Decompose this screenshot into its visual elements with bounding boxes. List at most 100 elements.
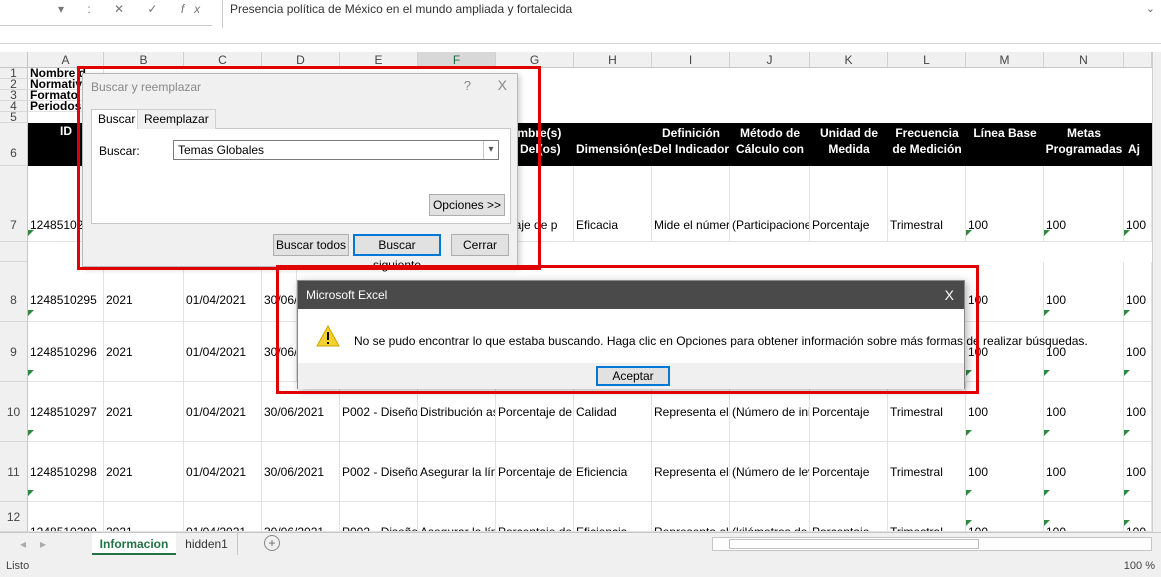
cell-l12[interactable]: Trimestral	[888, 502, 966, 532]
ok-button[interactable]: Aceptar	[596, 366, 670, 386]
cell-c8[interactable]: 01/04/2021	[184, 262, 262, 322]
cell-a8[interactable]: 1248510295	[28, 262, 104, 322]
cell-j11[interactable]: (Número de leva	[730, 442, 810, 502]
error-indicator-icon[interactable]	[966, 490, 972, 496]
tab-find[interactable]: Buscar	[91, 109, 143, 129]
cell-l11[interactable]: Trimestral	[888, 442, 966, 502]
cell-c9[interactable]: 01/04/2021	[184, 322, 262, 382]
error-indicator-icon[interactable]	[1044, 490, 1050, 496]
formula-bar-content[interactable]: Presencia política de México en el mundo…	[230, 2, 572, 16]
row-header[interactable]: 11	[0, 442, 28, 502]
error-indicator-icon[interactable]	[28, 370, 34, 376]
sheet-tab-hidden1[interactable]: hidden1	[176, 533, 238, 555]
cell-l7[interactable]: Trimestral	[888, 166, 966, 242]
cell-m11[interactable]: 100	[966, 442, 1044, 502]
error-indicator-icon[interactable]	[966, 230, 972, 236]
cell-d9[interactable]: 30/06/	[262, 322, 297, 382]
cell-a9[interactable]: 1248510296	[28, 322, 104, 382]
cell-b12[interactable]: 2021	[104, 502, 184, 532]
column-header-d[interactable]: D	[262, 52, 340, 68]
cell-d12[interactable]: 30/06/2021	[262, 502, 340, 532]
cell-n10[interactable]: 100	[1044, 382, 1124, 442]
tab-replace[interactable]: Reemplazar	[137, 109, 216, 129]
close-icon[interactable]: X	[945, 281, 954, 309]
cell-l10[interactable]: Trimestral	[888, 382, 966, 442]
error-indicator-icon[interactable]	[1044, 520, 1050, 526]
row-header[interactable]: 7	[0, 166, 28, 242]
cell-b9[interactable]: 2021	[104, 322, 184, 382]
search-input[interactable]	[173, 140, 499, 160]
error-indicator-icon[interactable]	[1124, 430, 1130, 436]
scrollbar-thumb[interactable]	[729, 539, 979, 549]
fx-icon[interactable]: fx	[181, 2, 210, 16]
find-next-button[interactable]: Buscar siguiente	[353, 234, 441, 272]
cell-h11[interactable]: Eficiencia	[574, 442, 652, 502]
row-header[interactable]: 6	[0, 123, 28, 166]
cell-j7[interactable]: (Participaciones	[730, 166, 810, 242]
cell-f12[interactable]: Asegurar la líne	[418, 502, 496, 532]
error-indicator-icon[interactable]	[28, 310, 34, 316]
error-indicator-icon[interactable]	[1044, 430, 1050, 436]
error-indicator-icon[interactable]	[1044, 370, 1050, 376]
cell-c12[interactable]: 01/04/2021	[184, 502, 262, 532]
cell-b11[interactable]: 2021	[104, 442, 184, 502]
column-header-g[interactable]: G	[496, 52, 574, 68]
cell-e10[interactable]: P002 - Diseño,	[340, 382, 418, 442]
cell-j10[interactable]: (Número de inic	[730, 382, 810, 442]
formula-bar-buttons[interactable]: ▾ : ✕ ✓ fx	[58, 2, 210, 16]
column-header-o[interactable]	[1124, 52, 1152, 68]
cell-j12[interactable]: (kilómetros de r	[730, 502, 810, 532]
cell-c11[interactable]: 01/04/2021	[184, 442, 262, 502]
row-header[interactable]: 8	[0, 262, 28, 322]
column-header-k[interactable]: K	[810, 52, 888, 68]
help-icon[interactable]: ?	[464, 78, 471, 93]
cell-e11[interactable]: P002 - Diseño,	[340, 442, 418, 502]
vertical-scrollbar[interactable]	[1152, 52, 1161, 532]
error-indicator-icon[interactable]	[1124, 490, 1130, 496]
error-indicator-icon[interactable]	[966, 520, 972, 526]
column-header-m[interactable]: M	[966, 52, 1044, 68]
column-header-f[interactable]: F	[418, 52, 496, 68]
chevron-down-icon[interactable]: ▾	[483, 141, 498, 159]
cell-e12[interactable]: P002 - Diseño,	[340, 502, 418, 532]
cell-m12[interactable]: 100	[966, 502, 1044, 532]
cell-a12[interactable]: 1248510299	[28, 502, 104, 532]
sheet-nav-arrows[interactable]: ◂▸	[20, 537, 60, 551]
close-icon[interactable]: X	[498, 77, 507, 93]
error-indicator-icon[interactable]	[1044, 230, 1050, 236]
cell-k10[interactable]: Porcentaje	[810, 382, 888, 442]
sheet-tab-informacion[interactable]: Informacion	[92, 533, 176, 555]
column-header-j[interactable]: J	[730, 52, 810, 68]
cell-f10[interactable]: Distribución ast	[418, 382, 496, 442]
expand-formula-bar-icon[interactable]: ⌄	[1146, 2, 1155, 15]
cell-n9[interactable]: 100	[1044, 322, 1124, 382]
column-header-i[interactable]: I	[652, 52, 730, 68]
cell-g11[interactable]: Porcentaje de e	[496, 442, 574, 502]
column-header-c[interactable]: C	[184, 52, 262, 68]
row-header[interactable]	[0, 242, 28, 262]
cell-k11[interactable]: Porcentaje	[810, 442, 888, 502]
cell-d11[interactable]: 30/06/2021	[262, 442, 340, 502]
cell-n8[interactable]: 100	[1044, 262, 1124, 322]
cell-m7[interactable]: 100	[966, 166, 1044, 242]
row-header[interactable]: 9	[0, 322, 28, 382]
cell-n11[interactable]: 100	[1044, 442, 1124, 502]
cell-o12[interactable]: 100	[1124, 502, 1152, 532]
zoom-level[interactable]: 100 %	[1124, 560, 1155, 572]
cell-a11[interactable]: 1248510298	[28, 442, 104, 502]
cell-d10[interactable]: 30/06/2021	[262, 382, 340, 442]
column-header-h[interactable]: H	[574, 52, 652, 68]
horizontal-scrollbar[interactable]	[712, 537, 1152, 551]
error-indicator-icon[interactable]	[1124, 520, 1130, 526]
error-indicator-icon[interactable]	[28, 230, 34, 236]
cell-i7[interactable]: Mide el número	[652, 166, 730, 242]
cell-h10[interactable]: Calidad	[574, 382, 652, 442]
column-header-n[interactable]: N	[1044, 52, 1124, 68]
cell-i12[interactable]: Representa el p	[652, 502, 730, 532]
cell-f11[interactable]: Asegurar la líne	[418, 442, 496, 502]
column-header-e[interactable]: E	[340, 52, 418, 68]
error-indicator-icon[interactable]	[1124, 310, 1130, 316]
cell-g10[interactable]: Porcentaje de ir	[496, 382, 574, 442]
error-indicator-icon[interactable]	[28, 490, 34, 496]
cell-h12[interactable]: Eficiencia	[574, 502, 652, 532]
